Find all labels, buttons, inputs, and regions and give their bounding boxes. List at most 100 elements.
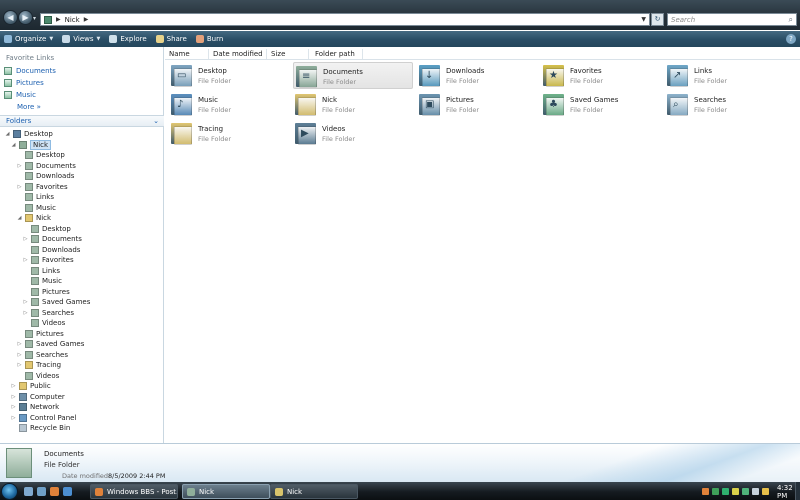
column-divider[interactable]: [266, 49, 267, 59]
forward-button[interactable]: ▶: [18, 10, 33, 25]
tree-item-saved-games[interactable]: ▷ Saved Games: [23, 297, 90, 307]
column-header-size[interactable]: Size: [271, 50, 285, 58]
tree-item-music[interactable]: Music: [23, 276, 62, 286]
expanded-arrow-icon[interactable]: ◢: [17, 215, 22, 221]
folder-item-links[interactable]: ↗ Links File Folder: [665, 62, 785, 89]
tree-item-tracing[interactable]: ▷ Tracing: [17, 360, 61, 370]
taskbar-button-nick[interactable]: Nick: [182, 484, 270, 499]
tree-item-links[interactable]: Links: [17, 192, 54, 202]
taskbar-button-windows-bbs-post[interactable]: Windows BBS - Post...: [90, 484, 178, 499]
tree-item-nick[interactable]: ◢ Nick: [17, 213, 51, 223]
collapsed-arrow-icon[interactable]: ▷: [17, 362, 22, 368]
collapsed-arrow-icon[interactable]: ▷: [23, 236, 28, 242]
folder-item-desktop[interactable]: ▭ Desktop File Folder: [169, 62, 289, 89]
tree-item-downloads[interactable]: Downloads: [17, 171, 74, 181]
organize-button[interactable]: Organize ▼: [4, 35, 53, 43]
folder-item-music[interactable]: ♪ Music File Folder: [169, 91, 289, 118]
tree-item-downloads[interactable]: Downloads: [23, 245, 80, 255]
switch-windows-icon[interactable]: [37, 487, 46, 496]
collapsed-arrow-icon[interactable]: ▷: [11, 404, 16, 410]
tree-item-favorites[interactable]: ▷ Favorites: [17, 182, 68, 192]
taskbar-button-nick[interactable]: Nick: [270, 484, 358, 499]
tree-item-pictures[interactable]: Pictures: [17, 329, 64, 339]
firefox-icon[interactable]: [50, 487, 59, 496]
tree-item-videos[interactable]: Videos: [17, 371, 59, 381]
tree-item-links[interactable]: Links: [23, 266, 60, 276]
tree-item-nick[interactable]: ◢ Nick: [11, 139, 52, 150]
collapsed-arrow-icon[interactable]: ▷: [11, 415, 16, 421]
tree-item-searches[interactable]: ▷ Searches: [17, 350, 68, 360]
power-icon[interactable]: [762, 488, 769, 495]
column-header-name[interactable]: Name: [169, 50, 190, 58]
burn-button[interactable]: Burn: [195, 35, 223, 43]
explore-button[interactable]: Explore: [109, 35, 147, 43]
breadcrumb-item[interactable]: Nick: [65, 16, 80, 24]
tray-app-icon[interactable]: [732, 488, 739, 495]
column-divider[interactable]: [208, 49, 209, 59]
expanded-arrow-icon[interactable]: ◢: [11, 142, 16, 148]
column-header-date-modified[interactable]: Date modified: [213, 50, 263, 58]
collapsed-arrow-icon[interactable]: ▷: [17, 341, 22, 347]
tree-item-desktop[interactable]: Desktop: [23, 224, 71, 234]
collapsed-arrow-icon[interactable]: ▷: [23, 257, 28, 263]
back-button[interactable]: ◀: [3, 10, 18, 25]
expanded-arrow-icon[interactable]: ◢: [5, 131, 10, 137]
tree-item-network[interactable]: ▷ Network: [11, 402, 59, 412]
folder-item-documents[interactable]: ≡ Documents File Folder: [293, 62, 413, 89]
help-button[interactable]: ?: [786, 34, 796, 44]
show-desktop-icon[interactable]: [24, 487, 33, 496]
recent-pages-dropdown-icon[interactable]: ▾: [33, 15, 36, 22]
address-bar[interactable]: ▶ Nick ▶ ▼: [40, 13, 650, 26]
collapsed-arrow-icon[interactable]: ▷: [11, 383, 16, 389]
tree-item-searches[interactable]: ▷ Searches: [23, 308, 74, 318]
folders-header[interactable]: Folders ⌄: [0, 115, 164, 127]
column-header-folder-path[interactable]: Folder path: [315, 50, 355, 58]
more-links-button[interactable]: More »: [17, 103, 41, 111]
views-button[interactable]: Views ▼: [62, 35, 100, 43]
favorite-link-documents[interactable]: Documents: [4, 65, 56, 77]
search-icon[interactable]: ⌕: [789, 15, 793, 25]
start-button[interactable]: [1, 483, 18, 500]
folder-item-tracing[interactable]: Tracing File Folder: [169, 120, 289, 147]
folder-item-downloads[interactable]: ↓ Downloads File Folder: [417, 62, 537, 89]
tree-item-desktop[interactable]: Desktop: [17, 150, 65, 160]
tree-item-saved-games[interactable]: ▷ Saved Games: [17, 339, 84, 349]
folder-item-videos[interactable]: ▶ Videos File Folder: [293, 120, 413, 147]
collapsed-arrow-icon[interactable]: ▷: [23, 299, 28, 305]
tray-app-icon[interactable]: [712, 488, 719, 495]
favorite-link-music[interactable]: Music: [4, 89, 36, 101]
folder-item-searches[interactable]: ⌕ Searches File Folder: [665, 91, 785, 118]
collapsed-arrow-icon[interactable]: ▷: [17, 163, 22, 169]
search-input[interactable]: Search ⌕: [667, 13, 797, 26]
collapsed-arrow-icon[interactable]: ▷: [17, 352, 22, 358]
tree-item-control-panel[interactable]: ▷ Control Panel: [11, 413, 76, 423]
collapsed-arrow-icon[interactable]: ▷: [17, 184, 22, 190]
tray-app-icon[interactable]: [722, 488, 729, 495]
tree-item-pictures[interactable]: Pictures: [23, 287, 70, 297]
favorite-link-pictures[interactable]: Pictures: [4, 77, 44, 89]
tray-app-icon[interactable]: [702, 488, 709, 495]
folder-item-saved-games[interactable]: ♣ Saved Games File Folder: [541, 91, 661, 118]
tree-item-documents[interactable]: ▷ Documents: [17, 161, 76, 171]
chevron-right-icon[interactable]: ▶: [56, 16, 61, 23]
collapsed-arrow-icon[interactable]: ▷: [11, 394, 16, 400]
folder-item-pictures[interactable]: ▣ Pictures File Folder: [417, 91, 537, 118]
chevron-down-icon[interactable]: ⌄: [153, 117, 159, 125]
tree-item-public[interactable]: ▷ Public: [11, 381, 51, 391]
column-divider[interactable]: [362, 49, 363, 59]
chevron-right-icon[interactable]: ▶: [84, 16, 89, 23]
tree-item-computer[interactable]: ▷ Computer: [11, 392, 65, 402]
volume-icon[interactable]: [752, 488, 759, 495]
media-player-icon[interactable]: [63, 487, 72, 496]
collapsed-arrow-icon[interactable]: ▷: [23, 310, 28, 316]
tree-item-recycle-bin[interactable]: Recycle Bin: [11, 423, 70, 433]
tree-item-desktop[interactable]: ◢ Desktop: [5, 129, 53, 139]
tree-item-music[interactable]: Music: [17, 203, 56, 213]
refresh-button[interactable]: ↻: [651, 13, 664, 26]
network-tray-icon[interactable]: [742, 488, 749, 495]
folder-item-favorites[interactable]: ★ Favorites File Folder: [541, 62, 661, 89]
show-desktop-button[interactable]: [795, 482, 800, 500]
folder-item-nick[interactable]: Nick File Folder: [293, 91, 413, 118]
tree-item-videos[interactable]: Videos: [23, 318, 65, 328]
column-divider[interactable]: [308, 49, 309, 59]
